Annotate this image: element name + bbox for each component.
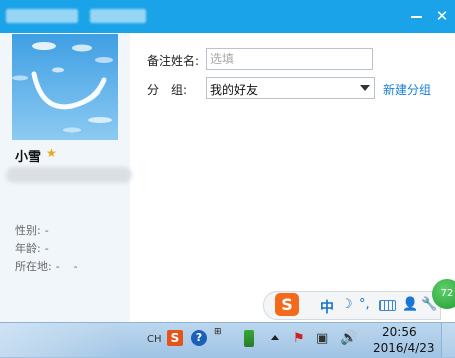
group-select-value: 我的好友 [210,83,259,97]
taskbar-apps-blurred [0,323,120,357]
ime-language-toggle[interactable]: 中 [320,297,334,317]
show-desktop-button[interactable] [441,323,455,357]
gender-value: - [44,224,49,237]
volume-icon[interactable]: 🔊 [340,330,357,346]
help-icon[interactable]: ? [191,330,207,346]
title-text-blurred [90,9,146,23]
new-group-link[interactable]: 新建分组 [383,81,431,98]
show-hidden-icons-icon[interactable] [271,335,279,340]
avatar[interactable] [12,34,118,140]
avatar-image [12,34,118,140]
location-value: - - [55,260,78,273]
sogou-tray-icon[interactable]: S [167,330,183,346]
title-text-blurred [6,9,78,23]
action-center-flag-icon[interactable]: ⚑ [293,331,305,346]
user-icon[interactable]: 👤 [402,297,418,312]
location-row: 所在地: - - [15,258,78,274]
gender-label: 性别: [15,224,41,237]
close-icon: ✕ [435,7,449,25]
punctuation-toggle[interactable]: °, [359,297,370,312]
age-row: 年龄: - [15,240,49,256]
location-label: 所在地: [15,260,52,273]
clock-time[interactable]: 20:56 [382,325,417,339]
gender-row: 性别: - [15,222,49,238]
age-label: 年龄: [15,242,41,255]
star-icon: ★ [46,146,57,160]
clock-date[interactable]: 2016/4/23 [373,341,435,355]
language-options-icon[interactable]: ⊞ [214,327,222,337]
minimize-button[interactable] [405,6,427,26]
chevron-down-icon [360,85,370,91]
keyboard-icon[interactable] [379,300,396,311]
network-icon[interactable]: ▣ [316,331,328,346]
battery-icon[interactable] [244,330,254,347]
floating-badge[interactable]: 72 [432,279,455,309]
close-button[interactable]: ✕ [431,6,453,26]
group-label: 分 组: [147,83,188,97]
age-value: - [44,242,49,255]
group-select[interactable]: 我的好友 [206,77,375,99]
signature-blurred [6,167,132,183]
input-language-indicator[interactable]: CH [147,334,162,345]
remark-name-input[interactable] [206,48,373,70]
remark-name-label: 备注姓名: [147,54,200,68]
sogou-logo-icon[interactable]: S [275,293,299,316]
moon-icon[interactable]: ☽ [341,297,353,312]
add-friend-dialog: ✕ 小雪 ★ 性别: - 年龄: - 所在地: - - 备注姓名: 选填 分 组… [0,0,455,322]
minimize-icon [410,15,422,18]
title-bar[interactable]: ✕ [0,0,455,33]
nickname: 小雪 [15,150,42,165]
